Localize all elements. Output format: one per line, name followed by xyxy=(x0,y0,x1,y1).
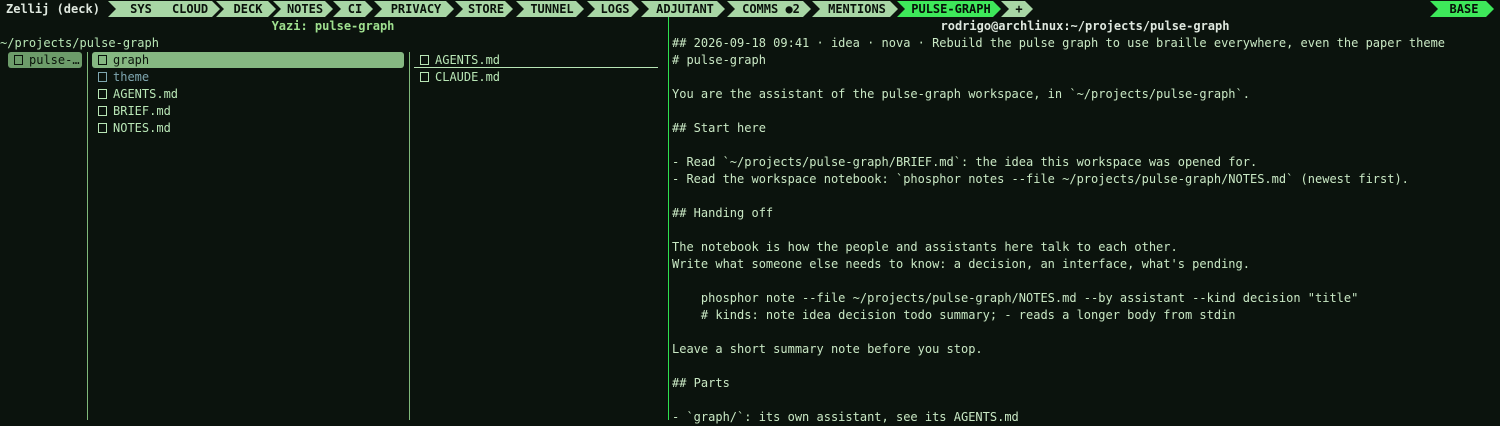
file-icon xyxy=(98,106,107,116)
file-icon xyxy=(420,72,429,82)
terminal-line: - Read `~/projects/pulse-graph/BRIEF.md`… xyxy=(672,155,1258,169)
tab-adjutant[interactable]: ADJUTANT xyxy=(641,1,725,17)
current-directory: ~/projects/pulse-graph xyxy=(0,36,159,50)
column-divider xyxy=(87,52,88,420)
new-tab-button[interactable]: + xyxy=(1001,1,1033,17)
tab-cloud[interactable]: CLOUD xyxy=(156,1,220,17)
folder-icon xyxy=(98,55,107,65)
tab-deck[interactable]: DECK xyxy=(216,1,276,17)
file-list-item[interactable]: AGENTS.md xyxy=(92,86,404,102)
file-list-item[interactable]: BRIEF.md xyxy=(92,103,404,119)
preview-item[interactable]: AGENTS.md xyxy=(414,52,658,68)
file-list-item[interactable]: NOTES.md xyxy=(92,120,404,136)
terminal-line: Write what someone else needs to know: a… xyxy=(672,257,1250,271)
file-list-item[interactable]: theme xyxy=(92,69,404,85)
tab-bar: Zellij (deck) SYS CLOUD DECK NOTES CI PR… xyxy=(0,0,1500,17)
tab-mentions[interactable]: MENTIONS xyxy=(812,1,898,17)
terminal-line: # kinds: note idea decision todo summary… xyxy=(672,308,1236,322)
folder-icon xyxy=(98,72,107,82)
terminal-line: ## 2026-09-18 09:41 · idea · nova · Rebu… xyxy=(672,36,1446,50)
terminal-line: # pulse-graph xyxy=(672,53,766,67)
terminal-line: - `graph/`: its own assistant, see its A… xyxy=(672,410,1019,424)
pane-title: rodrigo@archlinux:~/projects/pulse-graph xyxy=(940,19,1230,33)
terminal-line: - Read the workspace notebook: `phosphor… xyxy=(672,172,1409,186)
tab-ci[interactable]: CI xyxy=(333,1,373,17)
preview-separator xyxy=(414,67,658,68)
terminal-line: ## Handing off xyxy=(672,206,774,220)
parent-dir-item[interactable]: pulse-… xyxy=(8,52,82,68)
file-icon xyxy=(420,55,429,65)
tab-pulse-graph[interactable]: PULSE-GRAPH xyxy=(897,1,1001,17)
folder-icon xyxy=(14,55,23,65)
preview-item[interactable]: CLAUDE.md xyxy=(414,69,658,85)
tab-store[interactable]: STORE xyxy=(455,1,513,17)
file-icon xyxy=(98,89,107,99)
tab-notes[interactable]: NOTES xyxy=(273,1,333,17)
tab-logs[interactable]: LOGS xyxy=(587,1,639,17)
terminal-line: ## Start here xyxy=(672,121,766,135)
yazi-pane[interactable]: Yazi: pulse-graph ~/projects/pulse-graph… xyxy=(0,17,666,420)
tab-tunnel[interactable]: TUNNEL xyxy=(516,1,584,17)
terminal-line: Leave a short summary note before you st… xyxy=(672,342,983,356)
session-name: Zellij (deck) xyxy=(6,2,100,16)
terminal-line: ## Parts xyxy=(672,376,730,390)
terminal-line: The notebook is how the people and assis… xyxy=(672,240,1178,254)
terminal-line: You are the assistant of the pulse-graph… xyxy=(672,87,1250,101)
terminal-pane[interactable]: rodrigo@archlinux:~/projects/pulse-graph… xyxy=(668,17,1500,424)
terminal-line: phosphor note --file ~/projects/pulse-gr… xyxy=(672,291,1359,305)
column-divider xyxy=(409,52,410,420)
file-icon xyxy=(98,123,107,133)
tab-comms[interactable]: COMMS ●2 xyxy=(727,1,811,17)
tab-privacy[interactable]: PRIVACY xyxy=(374,1,454,17)
file-list-item-selected[interactable]: graph xyxy=(92,52,404,68)
mode-indicator: BASE xyxy=(1430,1,1494,17)
pane-title: Yazi: pulse-graph xyxy=(271,19,395,33)
